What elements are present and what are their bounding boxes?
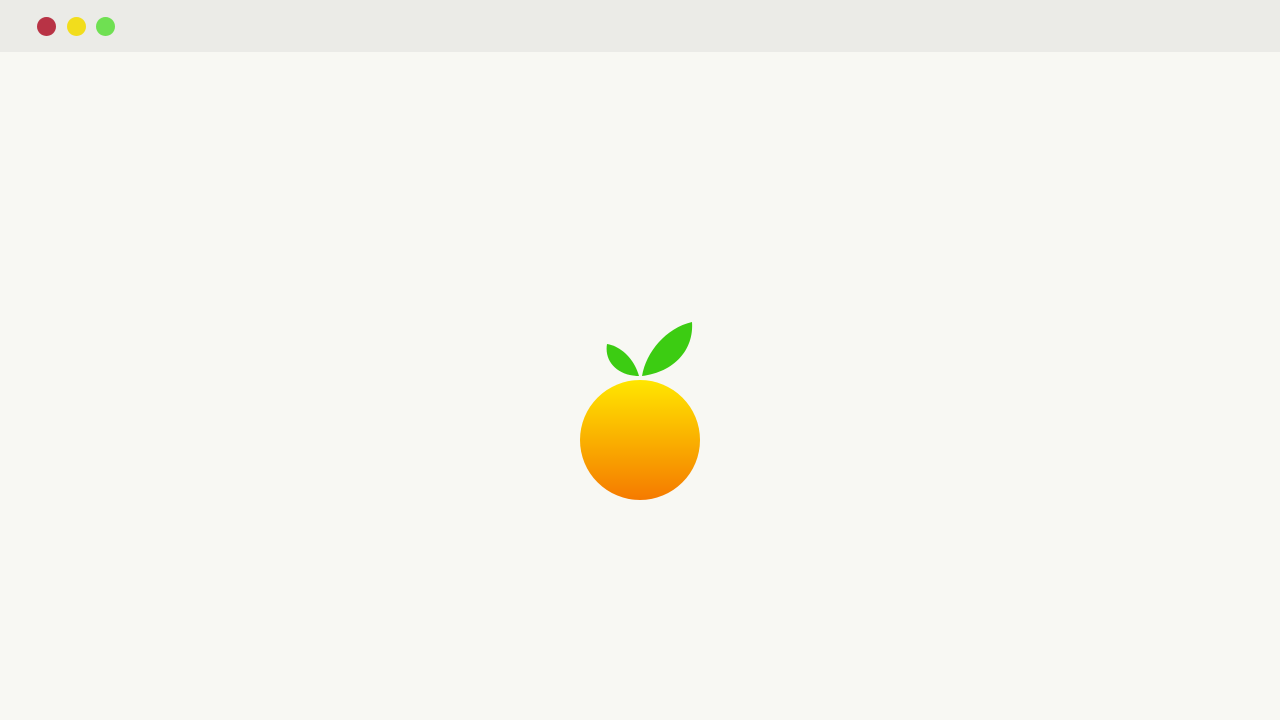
small-leaf-icon xyxy=(606,344,639,376)
app-window xyxy=(0,0,1280,720)
close-window-button[interactable] xyxy=(37,17,56,36)
splash-screen xyxy=(0,52,1280,720)
title-bar xyxy=(0,0,1280,52)
large-leaf-icon xyxy=(642,322,693,376)
orange-fruit-logo-icon xyxy=(580,322,700,500)
fruit-body xyxy=(580,380,700,500)
zoom-window-button[interactable] xyxy=(96,17,115,36)
minimize-window-button[interactable] xyxy=(67,17,86,36)
